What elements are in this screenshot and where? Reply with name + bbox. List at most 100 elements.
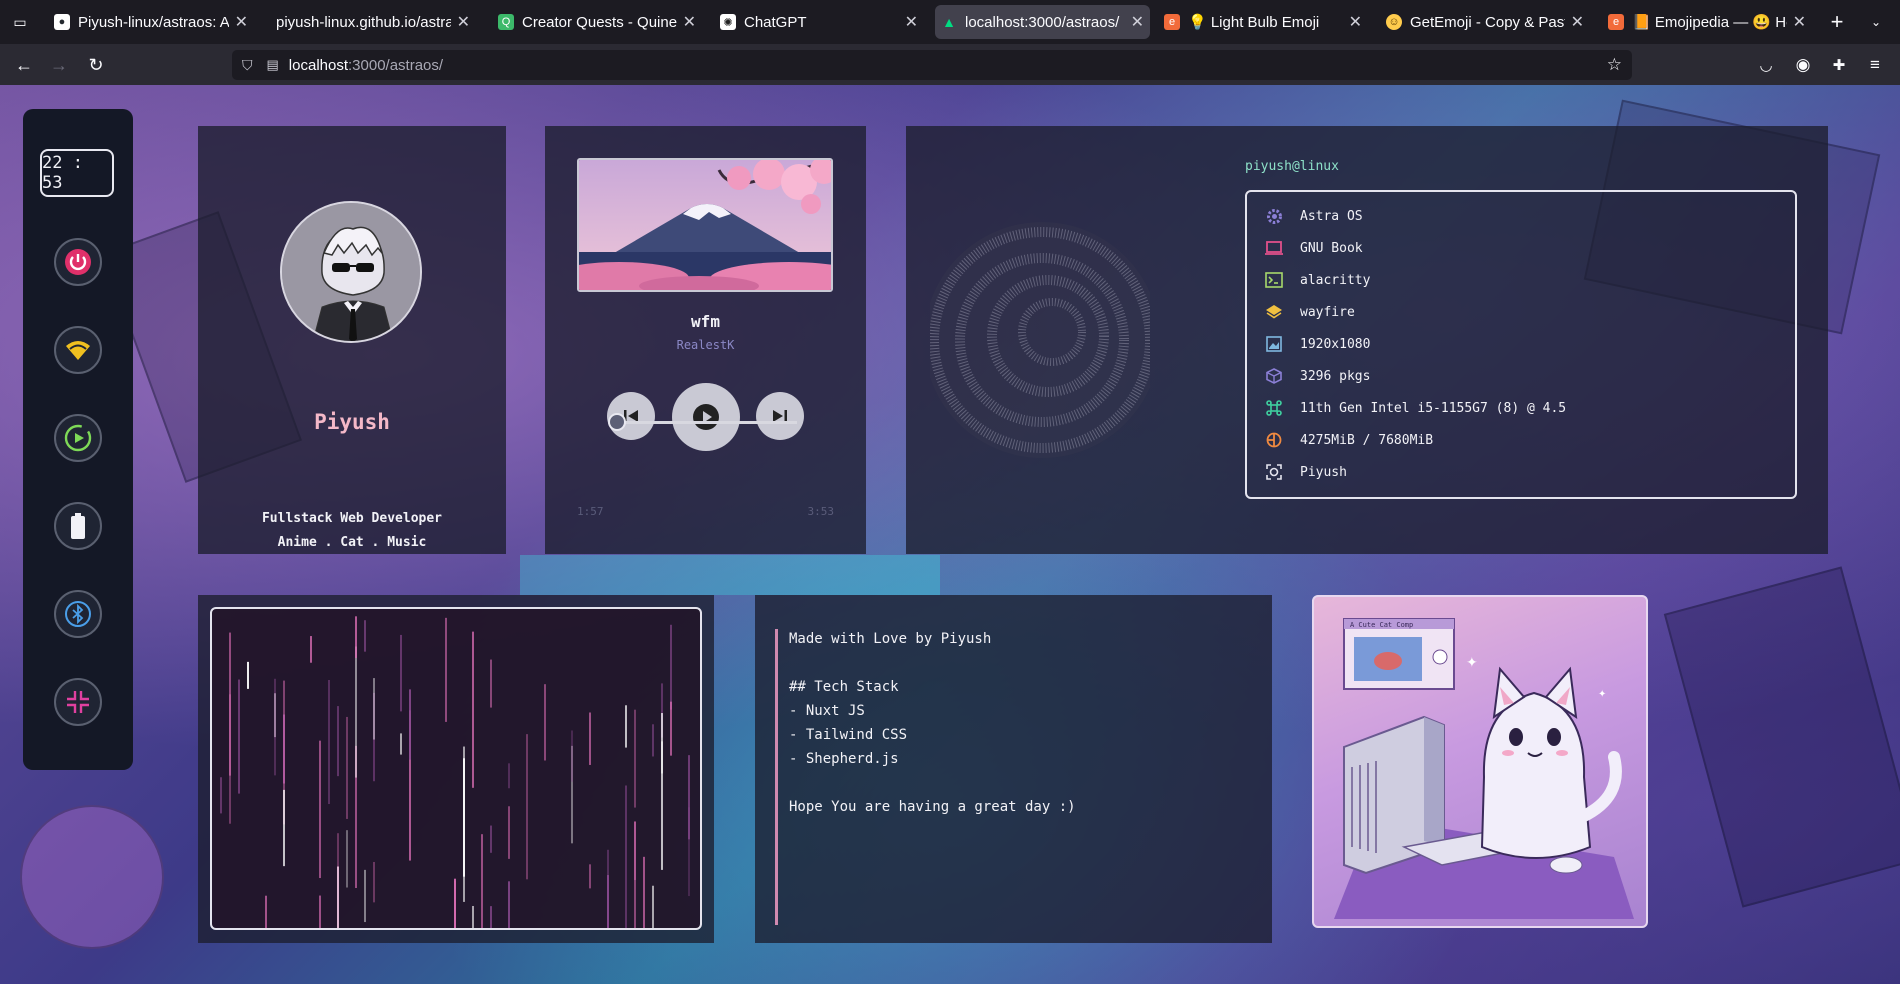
browser-nav-bar: ← → ↻ ⛉ ▤ localhost:3000/astraos/ ☆ ◡ ◉ … xyxy=(0,44,1900,85)
tab-quine[interactable]: Q Creator Quests - Quine ✕ xyxy=(492,5,702,39)
pocket-icon[interactable]: ◡ xyxy=(1752,51,1780,79)
tab-overflow-icon[interactable]: ⌄ xyxy=(1862,8,1890,36)
matrix-rain-stream xyxy=(544,684,546,761)
tab-github-io[interactable]: piyush-linux.github.io/astraos/ ✕ xyxy=(270,5,476,39)
matrix-rain-stream xyxy=(652,885,654,928)
memory-value: 4275MiB / 7680MiB xyxy=(1300,432,1434,448)
matrix-rain-stream xyxy=(508,881,510,928)
tab-github[interactable]: ● Piyush-linux/astraos: An Web ✕ xyxy=(48,5,254,39)
tab-title: localhost:3000/astraos/ xyxy=(965,13,1120,31)
host-value: GNU Book xyxy=(1300,240,1363,256)
matrix-rain-stream xyxy=(688,755,690,840)
emojipedia-icon: e xyxy=(1608,14,1624,30)
close-tab-icon[interactable]: ✕ xyxy=(905,12,918,32)
emojipedia-icon: e xyxy=(1164,14,1180,30)
avatar-illustration xyxy=(282,203,420,341)
close-tab-icon[interactable]: ✕ xyxy=(235,12,248,32)
wallpaper-shape xyxy=(20,805,164,949)
matrix-rain-stream xyxy=(481,834,483,928)
tab-emojipedia[interactable]: e 📙 Emojipedia — 😃 Home of ✕ xyxy=(1602,5,1812,39)
tab-chatgpt[interactable]: ✺ ChatGPT ✕ xyxy=(714,5,924,39)
url-bar[interactable]: ⛉ ▤ localhost:3000/astraos/ ☆ xyxy=(232,50,1632,80)
matrix-rain-stream xyxy=(634,821,636,928)
bluetooth-button[interactable] xyxy=(54,590,102,638)
memory-row: 4275MiB / 7680MiB xyxy=(1265,430,1433,450)
resolution-row: 1920x1080 xyxy=(1265,334,1370,354)
tab-title: Piyush-linux/astraos: An Web xyxy=(78,13,229,31)
wallpaper-shape xyxy=(520,555,940,595)
play-icon xyxy=(693,404,719,430)
matrix-rain-stream xyxy=(589,864,591,889)
album-cover xyxy=(577,158,833,292)
user-host: piyush@linux xyxy=(1245,159,1339,174)
os-row: Astra OS xyxy=(1265,206,1363,226)
tab-getemoji[interactable]: ☺ GetEmoji - Copy & Paste All E ✕ xyxy=(1380,5,1590,39)
settings-button[interactable] xyxy=(54,678,102,726)
media-button[interactable] xyxy=(54,414,102,462)
tab-title: Creator Quests - Quine xyxy=(522,13,677,31)
elapsed-time: 1:57 xyxy=(577,505,604,518)
progress-track[interactable] xyxy=(613,421,797,424)
matrix-rain-stream xyxy=(364,869,366,923)
matrix-rain-stream xyxy=(274,678,276,776)
matrix-rain-stream xyxy=(337,833,339,928)
bluetooth-icon xyxy=(65,601,91,627)
close-tab-icon[interactable]: ✕ xyxy=(683,12,696,32)
shield-icon[interactable]: ⛉ xyxy=(242,57,253,74)
matrix-rain-stream xyxy=(625,705,627,748)
matrix-rain-stream xyxy=(400,733,402,755)
reload-icon[interactable]: ↻ xyxy=(82,51,110,79)
cpu-icon xyxy=(1265,399,1283,417)
terminal-value: alacritty xyxy=(1300,272,1371,288)
bookmark-star-icon[interactable]: ☆ xyxy=(1607,55,1622,75)
close-tab-icon[interactable]: ✕ xyxy=(1571,12,1584,32)
close-tab-icon[interactable]: ✕ xyxy=(1131,12,1144,32)
forward-icon[interactable]: → xyxy=(45,51,73,79)
page-info-icon[interactable]: ▤ xyxy=(267,57,279,73)
back-icon[interactable]: ← xyxy=(10,51,38,79)
new-tab-icon[interactable]: + xyxy=(1823,8,1851,36)
wifi-button[interactable] xyxy=(54,326,102,374)
matrix-rain-canvas xyxy=(210,607,702,930)
laptop-icon xyxy=(1265,239,1283,257)
terminal-row: alacritty xyxy=(1265,270,1370,290)
nuxt-icon: ▲ xyxy=(942,14,956,30)
matrix-rain xyxy=(220,616,690,928)
note-line: Made with Love by Piyush xyxy=(789,631,992,647)
note-line: - Tailwind CSS xyxy=(789,727,908,743)
notes-accent-bar xyxy=(775,629,778,925)
matrix-rain-stream xyxy=(265,895,267,928)
matrix-rain-stream xyxy=(445,617,447,722)
tab-localhost[interactable]: ▲ localhost:3000/astraos/ ✕ xyxy=(935,5,1150,39)
progress-handle[interactable] xyxy=(608,413,626,431)
tab-title: piyush-linux.github.io/astraos/ xyxy=(276,13,451,31)
package-icon xyxy=(1265,367,1283,385)
chatgpt-icon: ✺ xyxy=(720,14,736,30)
matrix-rain-stream xyxy=(508,806,510,859)
mount-fuji-artwork xyxy=(579,160,831,290)
close-tab-icon[interactable]: ✕ xyxy=(1793,12,1806,32)
wallpaper-shape xyxy=(1663,566,1900,908)
power-button[interactable] xyxy=(54,238,102,286)
battery-button[interactable] xyxy=(54,502,102,550)
wm-row: wayfire xyxy=(1265,302,1355,322)
tab-title: GetEmoji - Copy & Paste All E xyxy=(1410,13,1565,31)
close-tab-icon[interactable]: ✕ xyxy=(1349,12,1362,32)
tab-title: 📙 Emojipedia — 😃 Home of xyxy=(1632,14,1787,31)
menu-icon[interactable]: ≡ xyxy=(1861,51,1889,79)
tab-light-bulb[interactable]: e 💡 Light Bulb Emoji ✕ xyxy=(1158,5,1368,39)
extensions-icon[interactable]: ✚ xyxy=(1825,51,1853,79)
gear-icon xyxy=(1265,207,1283,225)
matrix-rain-stream xyxy=(319,740,321,879)
matrix-rain-stream xyxy=(400,634,402,712)
matrix-rain-stream xyxy=(643,856,645,928)
tab-list-icon[interactable]: ▭ xyxy=(6,8,34,36)
account-icon[interactable]: ◉ xyxy=(1789,51,1817,79)
user-row: Piyush xyxy=(1265,462,1347,482)
play-circle-icon xyxy=(64,424,92,452)
matrix-rain-stream xyxy=(571,730,573,782)
close-tab-icon[interactable]: ✕ xyxy=(457,12,470,32)
next-button[interactable] xyxy=(756,392,804,440)
matrix-rain-stream xyxy=(409,689,411,760)
play-button[interactable] xyxy=(672,383,740,451)
